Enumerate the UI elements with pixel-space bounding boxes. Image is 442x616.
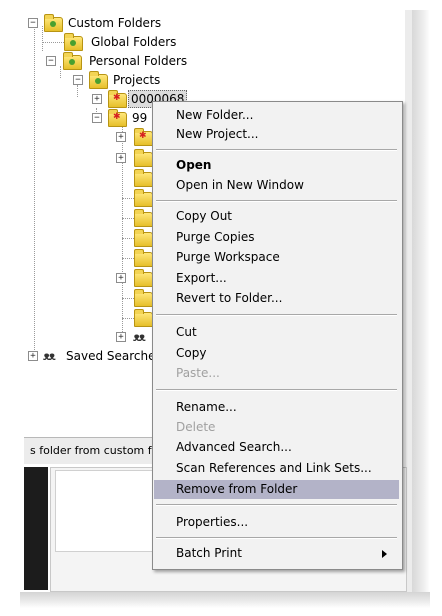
binoculars-icon: ᴥᴥ	[43, 349, 56, 363]
collapse-icon[interactable]: −	[73, 75, 83, 85]
folder-icon	[134, 149, 153, 167]
menu-item-copy[interactable]: Copy	[154, 344, 399, 363]
menu-item-purge-workspace[interactable]: Purge Workspace	[154, 248, 399, 267]
expand-icon[interactable]: +	[116, 153, 126, 163]
tree-node-child[interactable]: + ✱	[116, 128, 153, 146]
tree-node-personal-folders[interactable]: − Personal Folders	[46, 52, 246, 70]
tree-line	[122, 238, 134, 239]
tree-line	[122, 218, 134, 219]
tree-line	[122, 298, 134, 299]
collapse-icon[interactable]: −	[28, 18, 38, 28]
menu-item-purge-copies[interactable]: Purge Copies	[154, 228, 399, 247]
menu-item-delete: Delete	[176, 420, 216, 434]
menu-separator	[156, 200, 397, 202]
tree-node-child[interactable]	[134, 169, 153, 187]
collapse-icon[interactable]: −	[92, 113, 102, 123]
expand-icon[interactable]: +	[28, 351, 38, 361]
folder-icon	[134, 309, 153, 327]
tree-node-global-folders[interactable]: Global Folders	[64, 33, 264, 51]
tree-node-saved-searches[interactable]: + ᴥᴥ Saved Searche	[28, 347, 152, 365]
tree-node-label: Global Folders	[91, 35, 177, 49]
frame-shadow	[412, 10, 430, 600]
project-folder-icon: ✱	[134, 128, 153, 146]
tree-line	[122, 318, 134, 319]
menu-item-scan-references[interactable]: Scan References and Link Sets...	[154, 459, 399, 478]
menu-item-paste: Paste...	[176, 366, 220, 380]
menu-item-rename[interactable]: Rename...	[154, 398, 399, 417]
menu-separator	[156, 314, 397, 316]
folder-icon	[134, 249, 153, 267]
expand-icon[interactable]: +	[116, 332, 126, 342]
menu-item-batch-print[interactable]: Batch Print	[154, 544, 399, 563]
tree-node-child[interactable]: +	[116, 269, 153, 287]
expand-icon[interactable]: +	[116, 273, 126, 283]
folder-icon	[89, 71, 108, 89]
tree-node-child[interactable]: +	[116, 149, 153, 167]
tree-node-custom-folders[interactable]: − Custom Folders	[28, 14, 228, 32]
tree-node-child[interactable]	[134, 189, 153, 207]
menu-item-new-folder[interactable]: New Folder...	[154, 106, 399, 125]
details-content	[55, 470, 162, 552]
tree-node-child[interactable]	[134, 229, 153, 247]
tree-node-child[interactable]	[134, 309, 153, 327]
project-folder-icon: ✱	[108, 109, 127, 127]
tree-node-child[interactable]	[134, 249, 153, 267]
menu-item-export[interactable]: Export...	[154, 269, 399, 288]
project-folder-icon: ✱	[108, 90, 127, 108]
tree-line	[42, 42, 64, 43]
tree-line	[122, 258, 134, 259]
menu-separator	[156, 537, 397, 539]
collapse-icon[interactable]: −	[46, 56, 56, 66]
folder-icon	[44, 14, 63, 32]
tree-line	[122, 198, 134, 199]
folder-icon	[63, 52, 82, 70]
tree-node-child[interactable]	[134, 289, 153, 307]
folder-icon	[134, 229, 153, 247]
menu-item-remove-from-folder[interactable]: Remove from Folder	[154, 480, 399, 499]
frame-shadow	[20, 592, 430, 608]
menu-item-open[interactable]: Open	[154, 156, 399, 175]
tree-node-label: Custom Folders	[68, 16, 162, 30]
menu-separator	[156, 504, 397, 506]
tree-line	[34, 26, 35, 356]
menu-item-cut[interactable]: Cut	[154, 323, 399, 342]
tree-node-label: Personal Folders	[89, 54, 188, 68]
folder-icon	[134, 209, 153, 227]
menu-item-open-new-window[interactable]: Open in New Window	[154, 176, 399, 195]
menu-separator	[156, 149, 397, 151]
menu-item-label: Batch Print	[176, 546, 242, 560]
menu-item-new-project[interactable]: New Project...	[154, 125, 399, 144]
menu-item-copy-out[interactable]: Copy Out	[154, 207, 399, 226]
folder-icon	[134, 169, 153, 187]
tree-node-projects[interactable]: − Projects	[73, 71, 273, 89]
binoculars-icon: ᴥᴥ	[133, 330, 146, 344]
tree-node-child[interactable]: + ᴥᴥ	[116, 328, 152, 346]
tree-node-label: 99	[132, 111, 148, 125]
tree-node-child[interactable]	[134, 209, 153, 227]
folder-icon	[134, 289, 153, 307]
menu-item-properties[interactable]: Properties...	[154, 513, 399, 532]
context-menu: New Folder... New Project... Open Open i…	[152, 101, 403, 570]
expand-icon[interactable]: +	[92, 94, 102, 104]
menu-item-revert-to-folder[interactable]: Revert to Folder...	[154, 289, 399, 308]
expand-icon[interactable]: +	[116, 132, 126, 142]
menu-separator	[156, 389, 397, 391]
submenu-arrow-icon	[382, 550, 387, 558]
folder-icon	[134, 189, 153, 207]
tree-node-label: Projects	[113, 73, 161, 87]
preview-panel	[24, 467, 48, 590]
menu-item-advanced-search[interactable]: Advanced Search...	[154, 438, 399, 457]
folder-icon	[134, 269, 153, 287]
tree-node-label: Saved Searche	[66, 349, 152, 363]
folder-icon	[64, 33, 83, 51]
